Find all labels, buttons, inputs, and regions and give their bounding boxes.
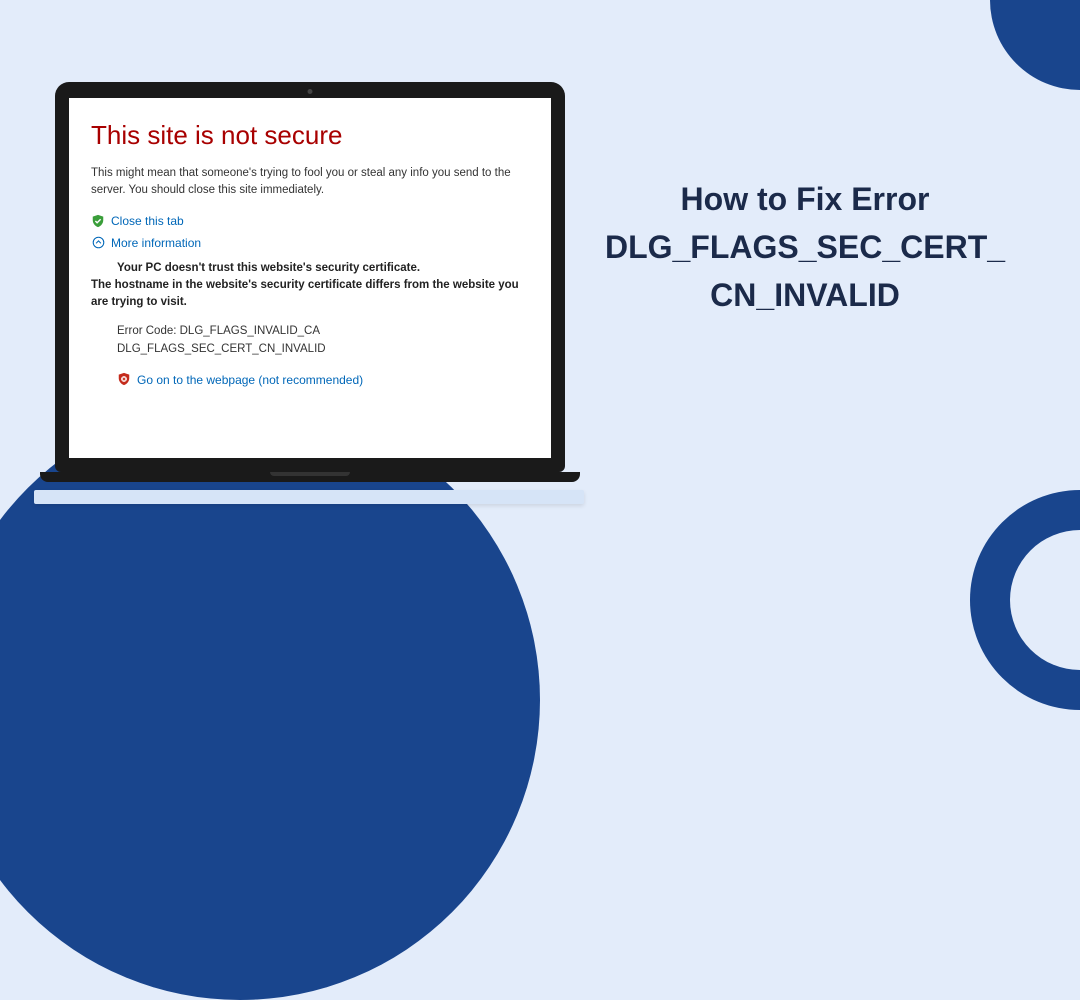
- laptop-lid: This site is not secure This might mean …: [55, 82, 565, 472]
- shield-alert-icon: [117, 372, 131, 389]
- headline-line-3: CN_INVALID: [710, 277, 900, 313]
- laptop-stand-shelf: [34, 490, 584, 504]
- more-information-label: More information: [111, 236, 201, 250]
- chevron-circle-icon: [91, 236, 105, 250]
- article-headline: How to Fix Error DLG_FLAGS_SEC_CERT_ CN_…: [600, 175, 1010, 319]
- shield-check-icon: [91, 214, 105, 228]
- laptop-base: [40, 472, 580, 482]
- error-codes-block: Error Code: DLG_FLAGS_INVALID_CA DLG_FLA…: [91, 323, 529, 358]
- go-on-label: Go on to the webpage (not recommended): [137, 373, 363, 387]
- close-tab-link[interactable]: Close this tab: [91, 214, 529, 228]
- decor-top-right-circle: [990, 0, 1080, 90]
- more-information-link[interactable]: More information: [91, 236, 529, 250]
- browser-error-screen: This site is not secure This might mean …: [69, 98, 551, 458]
- certificate-trust-message: Your PC doesn't trust this website's sec…: [91, 260, 529, 312]
- headline-line-2: DLG_FLAGS_SEC_CERT_: [605, 229, 1005, 265]
- error-description: This might mean that someone's trying to…: [91, 165, 529, 200]
- close-tab-label: Close this tab: [111, 214, 184, 228]
- headline-line-1: How to Fix Error: [681, 181, 930, 217]
- laptop-mockup: This site is not secure This might mean …: [55, 82, 565, 492]
- laptop-notch: [270, 472, 350, 476]
- error-title: This site is not secure: [91, 120, 529, 151]
- go-on-link[interactable]: Go on to the webpage (not recommended): [91, 372, 529, 389]
- laptop-camera: [308, 89, 313, 94]
